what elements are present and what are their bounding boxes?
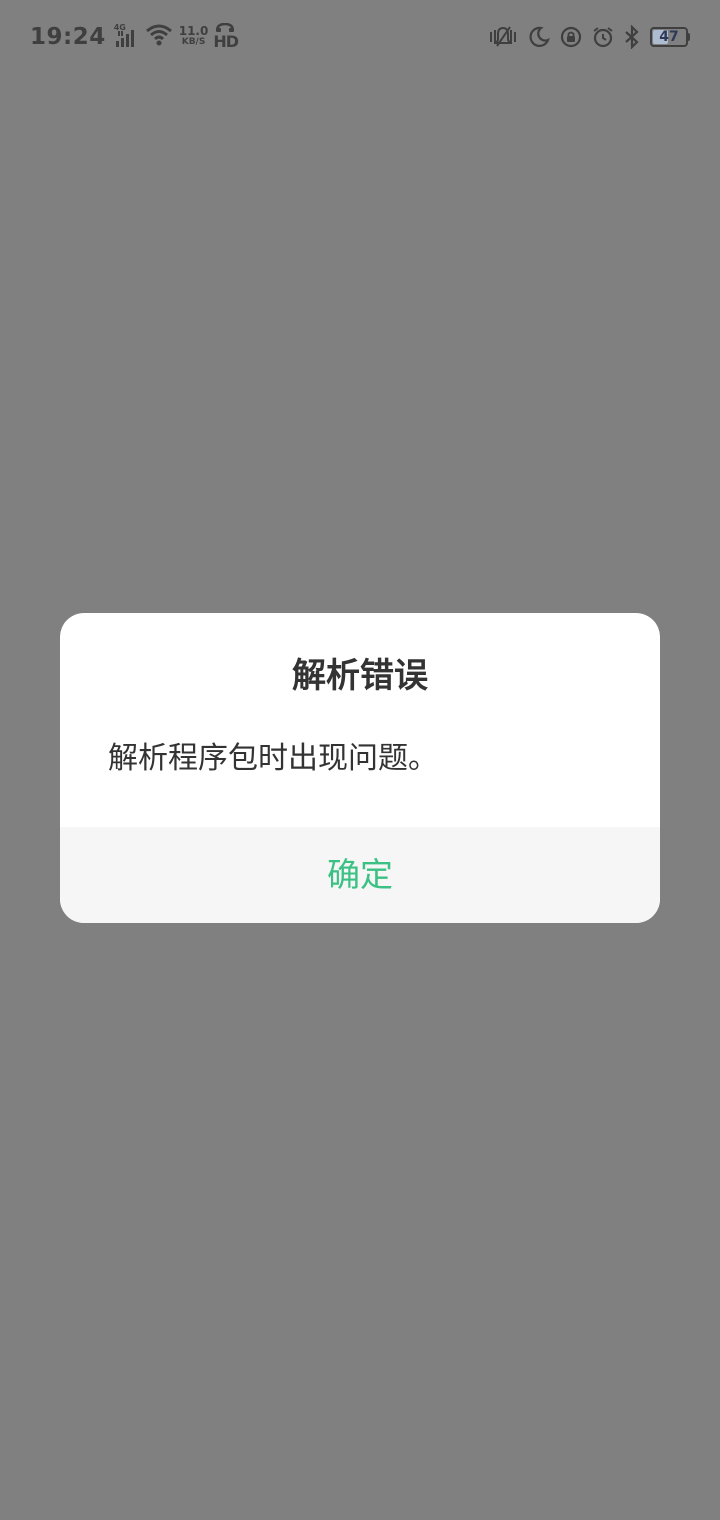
net-speed-value: 11.0: [178, 24, 209, 38]
battery-icon: 47: [650, 27, 690, 47]
dialog-actions: 确定: [60, 827, 660, 923]
status-left-group: 19:24 4G 11.0 KB/S HD: [30, 22, 239, 52]
signal-icon: 4G: [114, 23, 140, 51]
hd-call-icon: HD: [213, 23, 239, 51]
dialog-title: 解析错误: [292, 656, 428, 696]
status-bar: 19:24 4G 11.0 KB/S HD 47: [0, 0, 720, 74]
alarm-icon: [592, 26, 614, 48]
wifi-icon: [145, 24, 173, 50]
parse-error-dialog: 解析错误 解析程序包时出现问题。 确定: [60, 613, 660, 923]
confirm-button[interactable]: 确定: [60, 827, 660, 923]
bluetooth-icon: [624, 25, 640, 49]
clock-time: 19:24: [30, 24, 106, 50]
dialog-message: 解析程序包时出现问题。: [108, 741, 438, 776]
moon-icon: [528, 26, 550, 48]
battery-level: 47: [659, 29, 679, 45]
status-right-group: 47: [478, 22, 690, 52]
vibrate-icon: [488, 25, 518, 49]
net-speed-unit: KB/S: [181, 37, 206, 47]
net-speed: 11.0 KB/S: [178, 24, 209, 48]
hd-label: HD: [213, 32, 239, 51]
rotation-lock-icon: [560, 26, 582, 48]
